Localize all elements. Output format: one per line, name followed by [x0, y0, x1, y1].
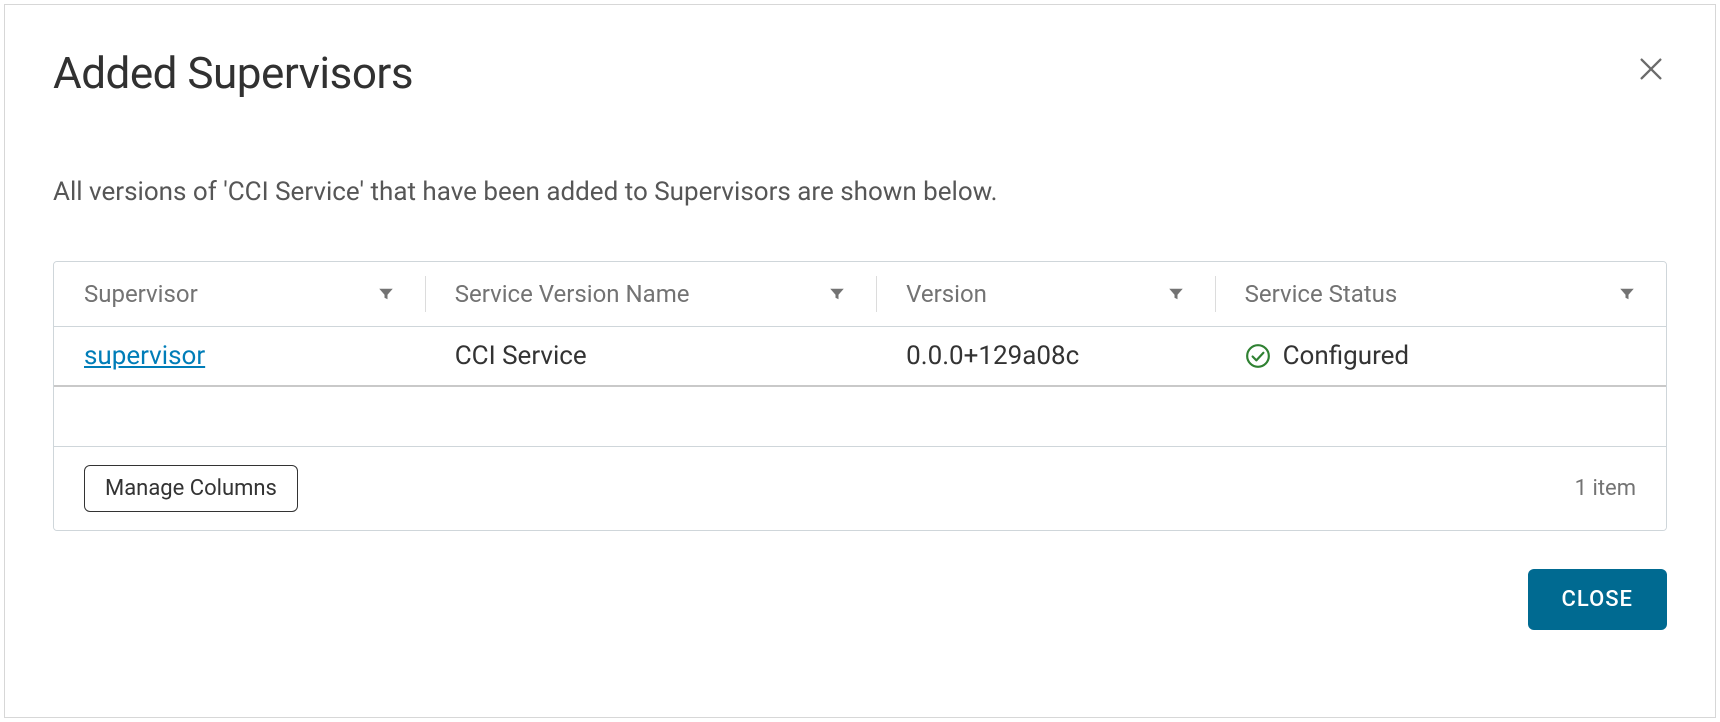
column-label-version: Version: [906, 280, 987, 308]
column-header-supervisor[interactable]: Supervisor: [54, 262, 425, 327]
dialog-description: All versions of 'CCI Service' that have …: [53, 177, 1667, 207]
column-header-service-status[interactable]: Service Status: [1215, 262, 1666, 327]
close-button[interactable]: CLOSE: [1528, 569, 1667, 630]
dialog-title: Added Supervisors: [53, 47, 413, 99]
filter-icon[interactable]: [1167, 285, 1185, 303]
cell-service-version-name: CCI Service: [425, 327, 876, 387]
item-count: 1 item: [1575, 476, 1636, 501]
table-empty-space: [54, 387, 1666, 447]
supervisors-table-container: Supervisor Service Version Name Version: [53, 261, 1667, 531]
table-row: supervisor CCI Service 0.0.0+129a08c Con…: [54, 327, 1666, 387]
added-supervisors-dialog: Added Supervisors All versions of 'CCI S…: [4, 4, 1716, 718]
dialog-actions: CLOSE: [53, 569, 1667, 630]
supervisor-link[interactable]: supervisor: [84, 341, 205, 371]
close-icon[interactable]: [1637, 55, 1665, 83]
filter-icon[interactable]: [1618, 285, 1636, 303]
cell-version: 0.0.0+129a08c: [876, 327, 1215, 387]
column-header-service-version-name[interactable]: Service Version Name: [425, 262, 876, 327]
manage-columns-button[interactable]: Manage Columns: [84, 465, 298, 512]
status-text: Configured: [1283, 341, 1409, 371]
filter-icon[interactable]: [828, 285, 846, 303]
column-label-service-version-name: Service Version Name: [455, 280, 690, 308]
column-label-service-status: Service Status: [1245, 280, 1398, 308]
table-footer: Manage Columns 1 item: [54, 447, 1666, 530]
dialog-header: Added Supervisors: [53, 47, 1667, 99]
filter-icon[interactable]: [377, 285, 395, 303]
column-label-supervisor: Supervisor: [84, 280, 198, 308]
column-header-version[interactable]: Version: [876, 262, 1215, 327]
check-circle-icon: [1245, 343, 1271, 369]
supervisors-table: Supervisor Service Version Name Version: [54, 262, 1666, 387]
cell-service-status: Configured: [1215, 327, 1666, 387]
